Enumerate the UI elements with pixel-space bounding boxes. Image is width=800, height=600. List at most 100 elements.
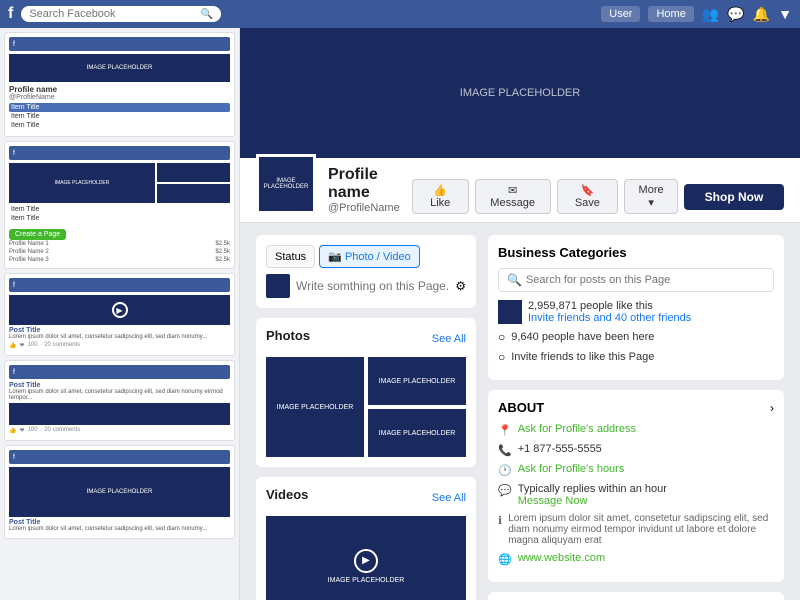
mockup-header-3: f	[9, 278, 230, 292]
photo-sm-placeholder-1: IMAGE PLACEHOLDER	[379, 378, 456, 385]
mockup-post-1: Post Title Lorem ipsum dolor sit amet, c…	[9, 327, 230, 340]
bc-search-icon: 🔍	[507, 273, 522, 287]
message-button[interactable]: ✉ Message	[475, 179, 551, 214]
status-tab[interactable]: Status	[266, 245, 315, 268]
mockup-logo-3: f	[13, 282, 15, 289]
videos-see-all[interactable]: See All	[432, 492, 466, 504]
search-input[interactable]	[29, 8, 201, 20]
stat-text-1: 2,959,871 people like this	[528, 300, 691, 312]
about-hours-link[interactable]: Ask for Profile's hours	[518, 463, 625, 475]
more-button[interactable]: More ▾	[624, 179, 678, 214]
mockup-cover-placeholder-1: IMAGE PLACEHOLDER	[87, 65, 153, 71]
mockup-item-3[interactable]: f ▶ Post Title Lorem ipsum dolor sit ame…	[4, 273, 235, 356]
stat-text-2: 9,640 people have been here	[511, 331, 654, 343]
mockup-reactions-2: 👍❤100· 20 comments	[9, 427, 230, 434]
mockup-photo-sm-2	[157, 184, 230, 203]
about-row-desc: ℹ Lorem ipsum dolor sit amet, consetetur…	[498, 513, 774, 546]
video-placeholder: IMAGE PLACEHOLDER	[328, 577, 405, 584]
status-avatar	[266, 274, 290, 298]
cover-placeholder: IMAGE PLACEHOLDER	[460, 87, 580, 99]
photo-small-1: IMAGE PLACEHOLDER	[368, 357, 466, 405]
mockup-post-3: Post Title Lorem ipsum dolor sit amet, c…	[9, 519, 230, 532]
stat-row-3: ○ Invite friends to like this Page	[498, 350, 774, 364]
avatar-placeholder: IMAGE PLACEHOLDER	[259, 178, 313, 190]
about-reply-text: Typically replies within an hour	[518, 483, 667, 495]
content-area: Status 📷 Photo / Video ⚙	[240, 223, 800, 600]
left-column: Status 📷 Photo / Video ⚙	[256, 235, 476, 600]
about-chevron[interactable]: ›	[770, 401, 774, 415]
about-row-website: 🌐 www.website.com	[498, 552, 774, 566]
mockup-post-img	[9, 403, 230, 425]
like-button[interactable]: 👍 Like	[412, 179, 469, 214]
photos-see-all[interactable]: See All	[432, 333, 466, 345]
play-button[interactable]: ▶	[354, 549, 378, 573]
mockup-sidebar[interactable]: f IMAGE PLACEHOLDER Profile name @Profil…	[0, 28, 240, 600]
photos-grid: IMAGE PLACEHOLDER IMAGE PLACEHOLDER IMAG…	[266, 357, 466, 457]
mockup-item-list-1: Item Title Item Title Item Title	[9, 103, 230, 130]
mockup-photo-main: IMAGE PLACEHOLDER	[55, 180, 110, 186]
photo-video-tab[interactable]: 📷 Photo / Video	[319, 245, 420, 268]
message-now-link[interactable]: Message Now	[518, 495, 667, 507]
status-input[interactable]	[296, 275, 449, 297]
profile-handle: @ProfileName	[328, 202, 400, 214]
top-nav-right: User Home 👥 💬 🔔 ▼	[601, 6, 792, 23]
about-title: ABOUT	[498, 400, 544, 415]
bc-search-input[interactable]	[526, 274, 765, 286]
top-navigation: f 🔍 User Home 👥 💬 🔔 ▼	[0, 0, 800, 28]
profile-actions: 👍 Like ✉ Message 🔖 Save More ▾ Shop Now	[412, 179, 784, 214]
mockup-item-4[interactable]: f Post Title Lorem ipsum dolor sit amet,…	[4, 360, 235, 441]
about-phone: +1 877-555-5555	[518, 443, 602, 455]
status-tabs: Status 📷 Photo / Video	[266, 245, 466, 268]
right-column: Business Categories 🔍 2,959,871 people l…	[488, 235, 784, 600]
about-row-address: 📍 Ask for Profile's address	[498, 423, 774, 437]
photo-main: IMAGE PLACEHOLDER	[266, 357, 364, 457]
business-categories: Business Categories 🔍 2,959,871 people l…	[488, 235, 784, 380]
mockup-list-item-active: Item Title	[9, 103, 230, 112]
shop-now-button[interactable]: Shop Now	[684, 184, 784, 210]
stat-row-1: 2,959,871 people like this Invite friend…	[498, 300, 774, 324]
mockup-video-1: ▶	[9, 295, 230, 325]
profile-name: Profile name	[328, 166, 400, 202]
videos-section: Videos See All ▶ IMAGE PLACEHOLDER	[256, 477, 476, 600]
user-button[interactable]: User	[601, 6, 640, 22]
mockup-large-img: IMAGE PLACEHOLDER	[9, 467, 230, 517]
phone-icon: 📞	[498, 444, 512, 457]
about-description: Lorem ipsum dolor sit amet, consetetur s…	[508, 513, 774, 546]
mockup-item-2b: Item Title	[9, 214, 230, 223]
mockup-cover-1: IMAGE PLACEHOLDER	[9, 54, 230, 82]
stat-text-3: Invite friends to like this Page	[511, 351, 654, 363]
mockup-logo-1: f	[13, 41, 15, 48]
mockup-logo-4: f	[13, 369, 15, 376]
location-icon: 📍	[498, 424, 512, 437]
mockup-profile-name-1: Profile name	[9, 85, 230, 94]
mockup-logo-2: f	[13, 150, 15, 157]
mockup-right-col: Profile Name 1$2.5k Profile Name 2$2.5k …	[9, 240, 230, 264]
mockup-item-2[interactable]: f IMAGE PLACEHOLDER Item Title Item Titl…	[4, 141, 235, 269]
mockup-list-item-3: Item Title	[9, 121, 230, 130]
save-button[interactable]: 🔖 Save	[557, 179, 619, 214]
settings-icon[interactable]: ⚙	[455, 279, 466, 293]
bc-search[interactable]: 🔍	[498, 268, 774, 292]
videos-header: Videos See All	[266, 487, 466, 508]
profile-avatar: IMAGE PLACEHOLDER	[256, 154, 316, 214]
main-content: IMAGE PLACEHOLDER IMAGE PLACEHOLDER Prof…	[240, 28, 800, 600]
mockup-reactions-1: 👍❤100· 20 comments	[9, 342, 230, 349]
mockup-header-2: f	[9, 146, 230, 160]
about-section: ABOUT › 📍 Ask for Profile's address 📞 +1…	[488, 390, 784, 582]
about-website[interactable]: www.website.com	[518, 552, 605, 564]
mockup-photo-sm-1	[157, 163, 230, 182]
about-row-phone: 📞 +1 877-555-5555	[498, 443, 774, 457]
search-bar[interactable]: 🔍	[21, 6, 221, 22]
stat-icon-3: ○	[498, 350, 505, 364]
mockup-item-5[interactable]: f IMAGE PLACEHOLDER Post Title Lorem ips…	[4, 445, 235, 539]
stat-icon-2: ○	[498, 330, 505, 344]
mockup-item-1[interactable]: f IMAGE PLACEHOLDER Profile name @Profil…	[4, 32, 235, 137]
stat-link-1[interactable]: Invite friends and 40 other friends	[528, 312, 691, 324]
dropdown-icon[interactable]: ▼	[778, 6, 792, 22]
mockup-create-btn[interactable]: Create a Page	[9, 229, 66, 240]
photos-title: Photos	[266, 328, 310, 343]
status-tab-label: Status	[275, 251, 306, 263]
about-address-link[interactable]: Ask for Profile's address	[518, 423, 636, 435]
photo-col: IMAGE PLACEHOLDER IMAGE PLACEHOLDER	[368, 357, 466, 457]
home-button[interactable]: Home	[648, 6, 693, 22]
